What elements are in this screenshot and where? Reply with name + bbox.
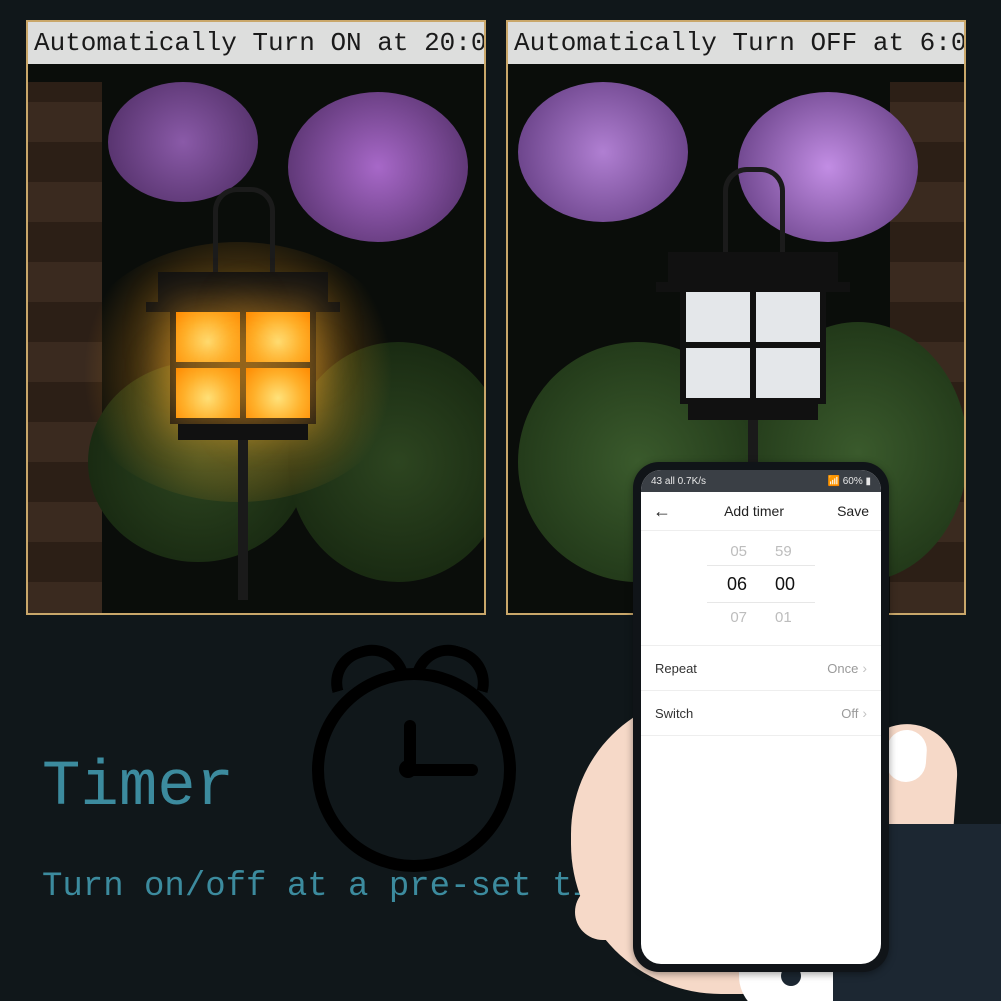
lantern-on: [158, 272, 328, 462]
thumbnail: [885, 729, 929, 784]
lantern-pane: [756, 292, 820, 342]
phone-status-bar: 43 all 0.7K/s 📶 60% ▮: [641, 470, 881, 492]
lantern-off: [668, 252, 838, 442]
picker-hour: 06: [727, 574, 747, 595]
picker-hour: 07: [730, 609, 747, 626]
lantern-pane: [246, 312, 310, 362]
phone-mockup: 43 all 0.7K/s 📶 60% ▮ ← Add timer Save 0…: [633, 462, 889, 972]
clock-center-pin: [399, 760, 417, 778]
setting-label: Switch: [655, 706, 693, 721]
lantern-base: [688, 404, 818, 420]
lantern-hook: [213, 187, 275, 282]
picker-row-selected[interactable]: 06 00: [707, 565, 815, 603]
lantern-pane: [246, 368, 310, 418]
panel-caption-off: Automatically Turn OFF at 6:00: [508, 22, 964, 64]
back-button[interactable]: ←: [653, 501, 671, 522]
setting-row-switch[interactable]: Switch Off›: [641, 691, 881, 736]
lantern-pane: [686, 292, 750, 342]
chevron-right-icon: ›: [862, 660, 867, 676]
setting-row-repeat[interactable]: Repeat Once›: [641, 646, 881, 691]
hand-holding-phone: 43 all 0.7K/s 📶 60% ▮ ← Add timer Save 0…: [561, 648, 1001, 1001]
setting-value: Off›: [841, 705, 867, 721]
setting-label: Repeat: [655, 661, 697, 676]
lantern-roof: [158, 272, 328, 306]
picker-row[interactable]: 07 01: [730, 603, 791, 631]
picker-minute: 00: [775, 574, 795, 595]
picker-row[interactable]: 05 59: [730, 537, 791, 565]
panel-lamp-on: Automatically Turn ON at 20:00: [26, 20, 486, 615]
status-right-text: 📶 60% ▮: [827, 476, 871, 487]
wood-post: [26, 82, 102, 615]
phone-screen: 43 all 0.7K/s 📶 60% ▮ ← Add timer Save 0…: [641, 470, 881, 964]
time-picker[interactable]: 05 59 06 00 07 01: [641, 531, 881, 646]
lantern-stem: [238, 440, 248, 600]
lantern-pane: [756, 348, 820, 398]
flower-cluster: [108, 82, 258, 202]
status-left-text: 43 all 0.7K/s: [651, 476, 706, 487]
lantern-pane: [176, 368, 240, 418]
lantern-body: [170, 306, 316, 424]
panel-caption-on: Automatically Turn ON at 20:00: [28, 22, 484, 64]
picker-minute: 01: [775, 609, 792, 626]
chevron-right-icon: ›: [862, 705, 867, 721]
garden-scene-on: [28, 22, 484, 613]
flower-cluster: [288, 92, 468, 242]
screen-title: Add timer: [724, 503, 784, 519]
setting-value: Once›: [827, 660, 867, 676]
lantern-pane: [686, 348, 750, 398]
lantern-base: [178, 424, 308, 440]
lantern-body: [680, 286, 826, 404]
feature-subtitle: Turn on/off at a pre-set time: [42, 868, 634, 906]
promo-canvas: Automatically Turn ON at 20:00: [0, 0, 1001, 1001]
screen-blank-area: [641, 736, 881, 964]
lantern-pane: [176, 312, 240, 362]
feature-title: Timer: [42, 752, 234, 824]
lantern-hook: [723, 167, 785, 262]
save-button[interactable]: Save: [837, 503, 869, 519]
flower-cluster: [518, 82, 688, 222]
alarm-clock-icon: [292, 640, 522, 870]
picker-minute: 59: [775, 543, 792, 560]
picker-hour: 05: [730, 543, 747, 560]
lantern-roof: [668, 252, 838, 286]
app-bar: ← Add timer Save: [641, 492, 881, 531]
